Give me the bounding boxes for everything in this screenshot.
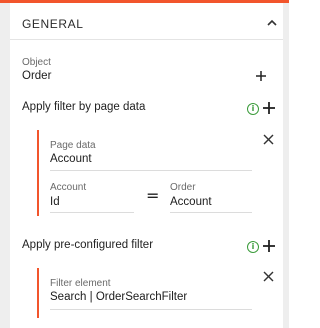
filter-element-value[interactable]: Search | OrderSearchFilter	[50, 291, 187, 303]
left-field-label: Account	[50, 182, 87, 193]
right-field-underline	[170, 212, 252, 213]
left-field-underline	[50, 212, 134, 213]
chevron-up-icon[interactable]	[265, 16, 279, 30]
object-label: Object	[22, 57, 51, 68]
remove-filter-close-icon[interactable]	[263, 134, 274, 145]
left-field-value[interactable]: Id	[50, 196, 60, 208]
page-data-underline	[50, 170, 252, 171]
preconfigured-group-accent-bar	[37, 268, 39, 318]
info-icon[interactable]: i	[247, 103, 259, 115]
object-value[interactable]: Order	[22, 70, 51, 82]
info-icon[interactable]: i	[247, 241, 259, 253]
right-field-value[interactable]: Account	[170, 196, 212, 208]
add-filter-plus-icon[interactable]	[262, 101, 276, 115]
right-gutter	[283, 3, 289, 328]
filter-by-page-data-label: Apply filter by page data	[22, 101, 146, 113]
section-header[interactable]: GENERAL	[10, 3, 283, 40]
add-preconfigured-plus-icon[interactable]	[262, 239, 276, 253]
section-title: GENERAL	[22, 17, 84, 31]
remove-preconfigured-close-icon[interactable]	[263, 271, 274, 282]
filter-group-accent-bar	[37, 130, 39, 216]
filter-element-underline	[50, 309, 252, 310]
equals-operator: =	[146, 186, 160, 205]
preconfigured-filter-label: Apply pre-configured filter	[22, 239, 154, 251]
right-field-label: Order	[170, 182, 196, 193]
left-gutter	[0, 3, 10, 328]
page-data-value[interactable]: Account	[50, 153, 92, 165]
page-data-label: Page data	[50, 140, 96, 151]
filter-element-label: Filter element	[50, 278, 111, 289]
add-object-plus-icon[interactable]	[255, 70, 267, 82]
